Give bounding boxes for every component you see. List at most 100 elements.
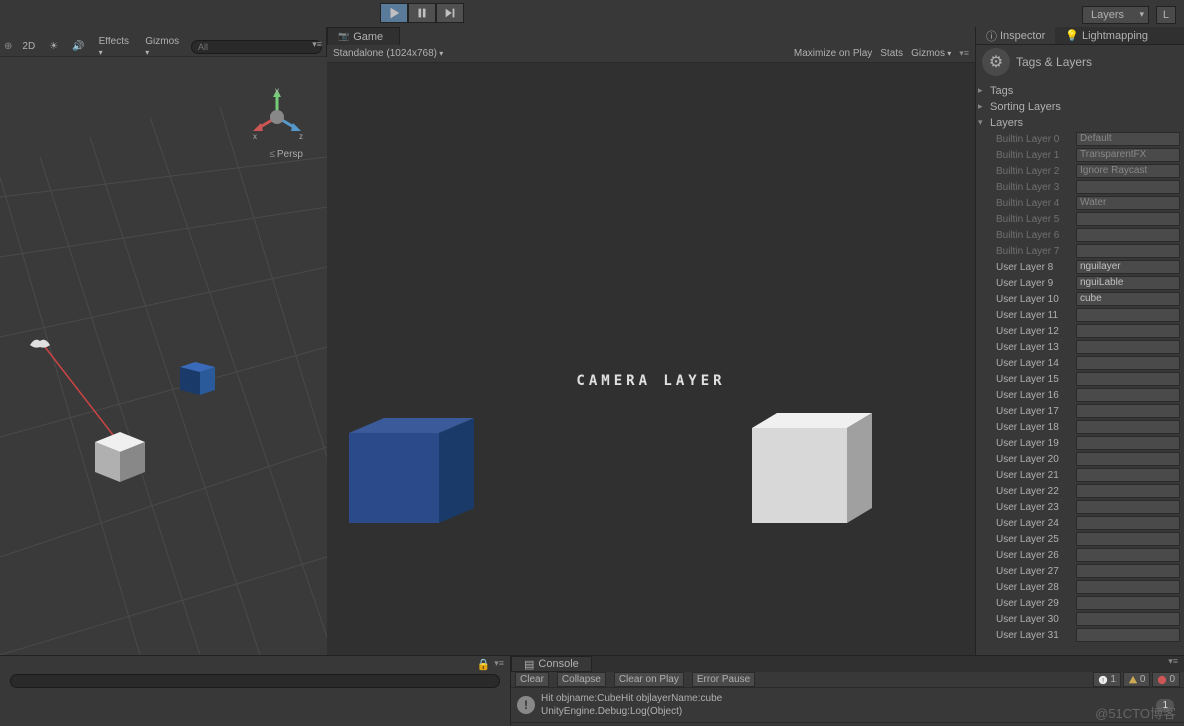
warn-count[interactable]: 0 (1123, 672, 1151, 687)
lighting-toggle[interactable]: ☀ (45, 39, 62, 54)
lightmapping-tab[interactable]: 💡 Lightmapping (1055, 27, 1158, 44)
play-button[interactable] (380, 3, 408, 23)
layer-value-input[interactable] (1076, 452, 1180, 466)
info-count[interactable]: ! 1 (1093, 672, 1121, 687)
layer-value-input[interactable] (1076, 612, 1180, 626)
panel-menu-icon[interactable]: ▾≡ (959, 48, 969, 59)
layer-value-input[interactable] (1076, 420, 1180, 434)
layer-row: User Layer 19 (976, 435, 1184, 451)
layer-value-input[interactable] (1076, 628, 1180, 642)
layer-value-input: TransparentFX (1076, 148, 1180, 162)
maximize-on-play-toggle[interactable]: Maximize on Play (794, 48, 872, 59)
layer-value-input[interactable] (1076, 388, 1180, 402)
scene-search-input[interactable] (191, 40, 322, 54)
scene-viewport[interactable]: y x z Persp (0, 57, 327, 655)
mode-2d-toggle[interactable]: 2D (18, 39, 39, 54)
layer-value-input (1076, 228, 1180, 242)
gizmos-dropdown[interactable]: Gizmos (141, 34, 185, 60)
layer-value-input[interactable] (1076, 580, 1180, 594)
layer-label: Builtin Layer 7 (996, 246, 1076, 257)
layer-value-input[interactable] (1076, 532, 1180, 546)
layer-label: User Layer 29 (996, 598, 1076, 609)
layer-value-input[interactable] (1076, 500, 1180, 514)
svg-text:!: ! (1102, 677, 1104, 684)
layer-value-input[interactable] (1076, 308, 1180, 322)
persp-label[interactable]: Persp (269, 149, 303, 160)
effects-dropdown[interactable]: Effects (95, 34, 136, 60)
layer-label: User Layer 12 (996, 326, 1076, 337)
layer-row: User Layer 13 (976, 339, 1184, 355)
inspector-tab[interactable]: ⓘ Inspector (976, 27, 1055, 44)
hierarchy-search-input[interactable] (10, 674, 500, 688)
game-panel: Game Standalone (1024x768) Maximize on P… (327, 27, 976, 655)
layer-label: User Layer 18 (996, 422, 1076, 433)
layer-value-input[interactable] (1076, 372, 1180, 386)
svg-text:z: z (299, 132, 303, 141)
layer-label: User Layer 19 (996, 438, 1076, 449)
error-count[interactable]: 0 (1152, 672, 1180, 687)
lock-icon[interactable]: 🔒 (477, 658, 491, 671)
layer-value-input[interactable] (1076, 548, 1180, 562)
pause-button[interactable] (408, 3, 436, 23)
layer-value-input[interactable] (1076, 340, 1180, 354)
layer-row: User Layer 26 (976, 547, 1184, 563)
game-gizmos-dropdown[interactable]: Gizmos (911, 48, 951, 59)
panel-menu-icon[interactable]: ▾≡ (494, 658, 504, 671)
console-tab[interactable]: ▤ Console (511, 656, 592, 672)
svg-text:x: x (253, 132, 257, 141)
layer-row: User Layer 27 (976, 563, 1184, 579)
scene-tab-row: ▾≡ (0, 27, 326, 37)
game-tab[interactable]: Game (327, 27, 400, 45)
layer-value-input[interactable] (1076, 564, 1180, 578)
layer-value-input[interactable]: nguiLable (1076, 276, 1180, 290)
layer-row: User Layer 12 (976, 323, 1184, 339)
layer-value-input (1076, 244, 1180, 258)
layer-value-input[interactable] (1076, 468, 1180, 482)
layer-value-input: Ignore Raycast (1076, 164, 1180, 178)
layer-value-input[interactable] (1076, 436, 1180, 450)
layout-button[interactable]: L (1156, 6, 1176, 24)
layer-label: User Layer 10 (996, 294, 1076, 305)
error-pause-toggle[interactable]: Error Pause (692, 672, 755, 687)
layers-dropdown[interactable]: Layers (1082, 6, 1149, 24)
game-toolbar: Standalone (1024x768) Maximize on Play S… (327, 45, 975, 63)
sorting-layers-foldout[interactable]: Sorting Layers (976, 99, 1184, 115)
main-area: ▾≡ ⊕ 2D ☀ 🔊 Effects Gizmos (0, 27, 1184, 655)
layer-value-input[interactable] (1076, 404, 1180, 418)
panel-menu-icon[interactable]: ▾≡ (312, 39, 322, 50)
layer-row: Builtin Layer 2Ignore Raycast (976, 163, 1184, 179)
console-message-row[interactable]: ! Hit objname:CubeHit objlayerName:cube … (511, 688, 1184, 723)
audio-toggle[interactable]: 🔊 (68, 39, 88, 54)
resolution-dropdown[interactable]: Standalone (1024x768) (333, 48, 443, 59)
inspector-tabs-row: ⓘ Inspector 💡 Lightmapping (976, 27, 1184, 45)
layer-label: User Layer 28 (996, 582, 1076, 593)
clear-button[interactable]: Clear (515, 672, 549, 687)
layer-label: User Layer 22 (996, 486, 1076, 497)
scene-handle-icon[interactable]: ⊕ (4, 41, 12, 52)
layer-row: Builtin Layer 6 (976, 227, 1184, 243)
panel-menu-icon[interactable]: ▾≡ (1168, 656, 1178, 672)
orientation-gizmo[interactable]: y x z (247, 77, 307, 157)
clear-on-play-toggle[interactable]: Clear on Play (614, 672, 684, 687)
layer-value-input (1076, 180, 1180, 194)
console-messages: ! Hit objname:CubeHit objlayerName:cube … (511, 688, 1184, 726)
stats-toggle[interactable]: Stats (880, 48, 903, 59)
layer-label: User Layer 9 (996, 278, 1076, 289)
tags-foldout[interactable]: Tags (976, 83, 1184, 99)
layer-value-input[interactable] (1076, 516, 1180, 530)
layer-value-input[interactable] (1076, 356, 1180, 370)
layer-value-input[interactable] (1076, 324, 1180, 338)
layer-value-input[interactable] (1076, 484, 1180, 498)
svg-text:y: y (275, 86, 279, 95)
layer-value-input[interactable] (1076, 596, 1180, 610)
console-icon: ▤ (524, 658, 534, 671)
layer-value-input[interactable]: cube (1076, 292, 1180, 306)
layer-row: User Layer 23 (976, 499, 1184, 515)
collapse-toggle[interactable]: Collapse (557, 672, 606, 687)
layers-foldout[interactable]: Layers (976, 115, 1184, 131)
console-counts: ! 1 0 0 (1093, 672, 1180, 687)
layer-row: User Layer 20 (976, 451, 1184, 467)
layer-value-input[interactable]: nguilayer (1076, 260, 1180, 274)
step-button[interactable] (436, 3, 464, 23)
game-viewport[interactable]: CAMERA LAYER (327, 63, 975, 655)
